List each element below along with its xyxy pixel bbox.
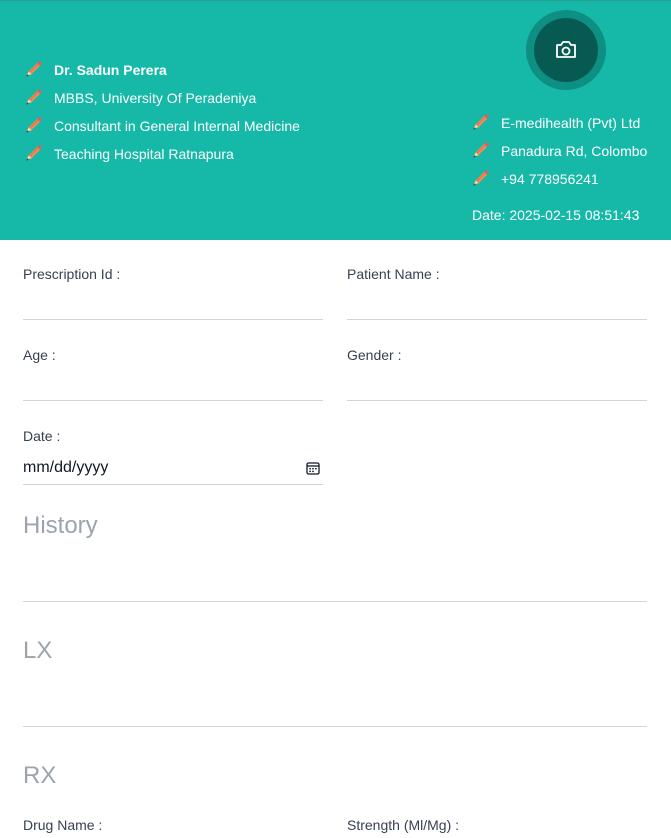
doctor-hospital: Teaching Hospital Ratnapura (54, 145, 234, 162)
pencil-icon (25, 89, 42, 106)
date-placeholder: mm/dd/yyyy (23, 459, 109, 476)
doctor-name: Dr. Sadun Perera (54, 61, 167, 78)
pencil-icon (25, 61, 42, 78)
age-input[interactable] (23, 373, 323, 401)
calendar-icon[interactable] (306, 461, 320, 475)
prescription-id-input[interactable] (23, 292, 323, 320)
camera-icon (556, 41, 576, 58)
avatar (534, 18, 598, 82)
phone-row: +94 778956241 (472, 170, 599, 187)
pencil-icon (472, 114, 489, 131)
gender-input[interactable] (347, 373, 647, 401)
patient-name-label: Patient Name : (347, 266, 440, 282)
prescription-id-label: Prescription Id : (23, 266, 121, 282)
doctor-specialty-row: Consultant in General Internal Medicine (25, 117, 300, 134)
doctor-qualification: MBBS, University Of Peradeniya (54, 89, 257, 106)
strength-label: Strength (Ml/Mg) : (347, 817, 460, 833)
history-divider[interactable] (23, 601, 647, 602)
address: Panadura Rd, Colombo (501, 142, 648, 159)
company-name: E-medihealth (Pvt) Ltd (501, 114, 641, 131)
pencil-icon (25, 145, 42, 162)
phone: +94 778956241 (501, 170, 599, 187)
pencil-icon (25, 117, 42, 134)
lx-divider[interactable] (23, 726, 647, 727)
date-input[interactable]: mm/dd/yyyy (23, 452, 323, 485)
doctor-name-row: Dr. Sadun Perera (25, 61, 167, 78)
pencil-icon (472, 170, 489, 187)
gender-label: Gender : (347, 347, 402, 363)
doctor-hospital-row: Teaching Hospital Ratnapura (25, 145, 234, 162)
history-label: History (23, 512, 98, 539)
doctor-header: Dr. Sadun Perera MBBS, University Of Per… (0, 0, 671, 240)
lx-label: LX (23, 637, 53, 664)
pencil-icon (472, 142, 489, 159)
doctor-qualification-row: MBBS, University Of Peradeniya (25, 89, 256, 106)
address-row: Panadura Rd, Colombo (472, 142, 647, 159)
doctor-specialty: Consultant in General Internal Medicine (54, 117, 300, 134)
date-label: Date : (23, 428, 61, 444)
age-label: Age : (23, 347, 56, 363)
photo-upload-button[interactable] (526, 10, 606, 90)
header-date: Date: 2025-02-15 08:51:43 (472, 207, 640, 223)
rx-label: RX (23, 762, 57, 789)
company-row: E-medihealth (Pvt) Ltd (472, 114, 640, 131)
patient-name-input[interactable] (347, 292, 647, 320)
drug-name-label: Drug Name : (23, 817, 103, 833)
